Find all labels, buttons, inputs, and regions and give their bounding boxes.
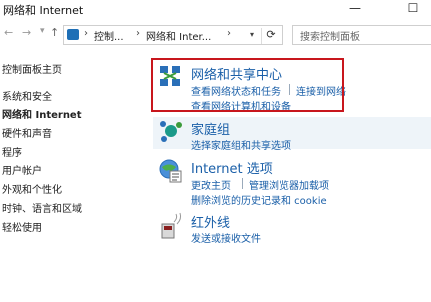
sidebar-item-appearance[interactable]: 外观和个性化 xyxy=(2,181,62,196)
control-panel-icon xyxy=(67,29,79,40)
link-change-homepage[interactable]: 更改主页 xyxy=(191,177,231,192)
up-arrow-icon[interactable]: ↑ xyxy=(50,26,59,39)
link-manage-addons[interactable]: 管理浏览器加载项 xyxy=(249,177,329,192)
sidebar-item-control-panel-home[interactable]: 控制面板主页 xyxy=(2,61,62,76)
sidebar-item-programs[interactable]: 程序 xyxy=(2,144,22,159)
window-title: 网络和 Internet xyxy=(3,4,84,17)
search-input[interactable]: 搜索控制面板 xyxy=(300,28,360,43)
breadcrumb-separator: › xyxy=(227,28,231,39)
link-homegroup-options[interactable]: 选择家庭组和共享选项 xyxy=(191,137,291,152)
address-bar[interactable]: › 控制... › 网络和 Inter... › ▾ ⟳ xyxy=(63,25,283,45)
sidebar-item-user-accounts[interactable]: 用户帐户 xyxy=(2,162,42,177)
sidebar-item-system-security[interactable]: 系统和安全 xyxy=(2,88,52,103)
sidebar-item-network-internet[interactable]: 网络和 Internet xyxy=(2,106,82,121)
category-title-homegroup[interactable]: 家庭组 xyxy=(191,119,230,138)
maximize-button[interactable]: ☐ xyxy=(398,0,428,18)
highlight-box xyxy=(151,58,344,112)
internet-options-icon xyxy=(159,159,182,183)
category-title-infrared[interactable]: 红外线 xyxy=(191,212,230,231)
sidebar-item-hardware-sound[interactable]: 硬件和声音 xyxy=(2,125,52,140)
breadcrumb-control-panel[interactable]: 控制... xyxy=(94,28,124,43)
minimize-button[interactable]: — xyxy=(340,0,370,18)
link-divider xyxy=(242,178,243,189)
forward-arrow-icon[interactable]: → xyxy=(22,26,31,39)
breadcrumb-separator: › xyxy=(84,28,88,39)
back-arrow-icon[interactable]: ← xyxy=(4,26,13,39)
category-title-internet-options[interactable]: Internet 选项 xyxy=(191,158,273,177)
breadcrumb-network-internet[interactable]: 网络和 Inter... xyxy=(146,28,211,43)
sidebar-item-ease-of-access[interactable]: 轻松使用 xyxy=(2,219,42,234)
recent-dropdown-icon[interactable]: ▾ xyxy=(40,26,45,36)
link-send-receive-files[interactable]: 发送或接收文件 xyxy=(191,230,261,245)
breadcrumb-separator: › xyxy=(136,28,140,39)
address-dropdown-icon[interactable]: ▾ xyxy=(250,30,254,39)
infrared-icon xyxy=(161,212,182,239)
navigation-bar: ← → ▾ ↑ › 控制... › 网络和 Inter... › ▾ ⟳ 搜索控… xyxy=(0,24,431,45)
homegroup-icon xyxy=(160,121,182,142)
refresh-icon[interactable]: ⟳ xyxy=(261,28,280,44)
search-box[interactable]: 搜索控制面板 xyxy=(292,25,431,45)
link-delete-history-cookies[interactable]: 删除浏览的历史记录和 cookie xyxy=(191,192,327,207)
sidebar-item-clock-language-region[interactable]: 时钟、语言和区域 xyxy=(2,200,82,215)
